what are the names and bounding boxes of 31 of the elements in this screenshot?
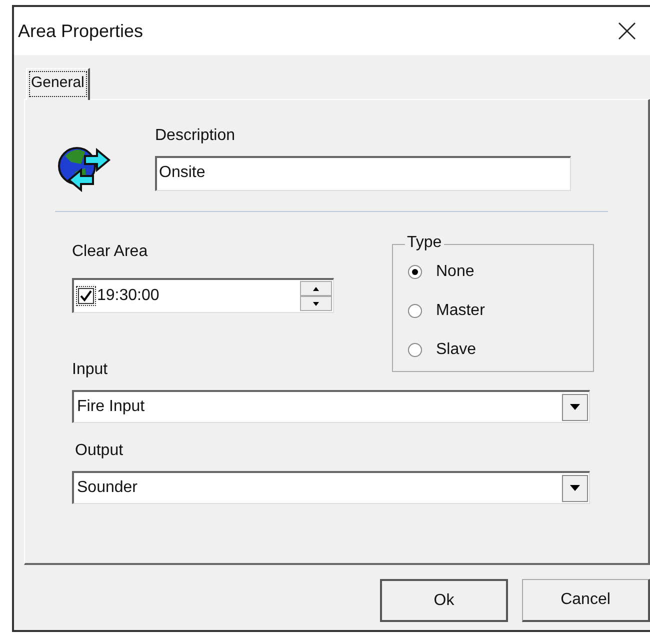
time-field[interactable]: 19:30:00 xyxy=(72,278,334,313)
dialog-button[interactable]: Cancel xyxy=(522,579,650,622)
radio-option[interactable]: Slave xyxy=(408,340,593,360)
radio-label: Master xyxy=(436,302,485,320)
radio-label: None xyxy=(436,263,474,281)
radio-label: Slave xyxy=(436,341,476,359)
field-label: Output xyxy=(75,441,124,461)
dropdown[interactable]: Fire Input xyxy=(72,390,590,423)
radio-button[interactable] xyxy=(408,304,422,318)
dropdown-value: Fire Input xyxy=(77,398,146,416)
radio-button[interactable] xyxy=(408,343,422,357)
group-label: Type xyxy=(405,234,444,252)
text-field[interactable]: Onsite xyxy=(155,156,571,191)
caret-down-icon xyxy=(313,302,319,306)
field-label: Clear Area xyxy=(72,242,149,262)
time-value: 19:30:00 xyxy=(97,287,160,305)
window-title: Area Properties xyxy=(18,20,144,42)
checkbox[interactable] xyxy=(78,288,94,304)
spin-down-button[interactable] xyxy=(300,296,332,311)
field-label: Description xyxy=(155,126,236,146)
dropdown-value: Sounder xyxy=(77,479,138,497)
radio-option[interactable]: None xyxy=(408,262,593,282)
tab[interactable]: General xyxy=(26,68,90,100)
radio-button[interactable] xyxy=(408,265,422,279)
dropdown[interactable]: Sounder xyxy=(72,471,590,504)
radio-option[interactable]: Master xyxy=(408,301,593,321)
close-icon[interactable] xyxy=(618,22,636,40)
dialog-button[interactable]: Ok xyxy=(380,579,508,622)
spin-up-button[interactable] xyxy=(300,281,332,296)
caret-up-icon xyxy=(313,286,319,290)
field-label: Input xyxy=(72,360,109,380)
